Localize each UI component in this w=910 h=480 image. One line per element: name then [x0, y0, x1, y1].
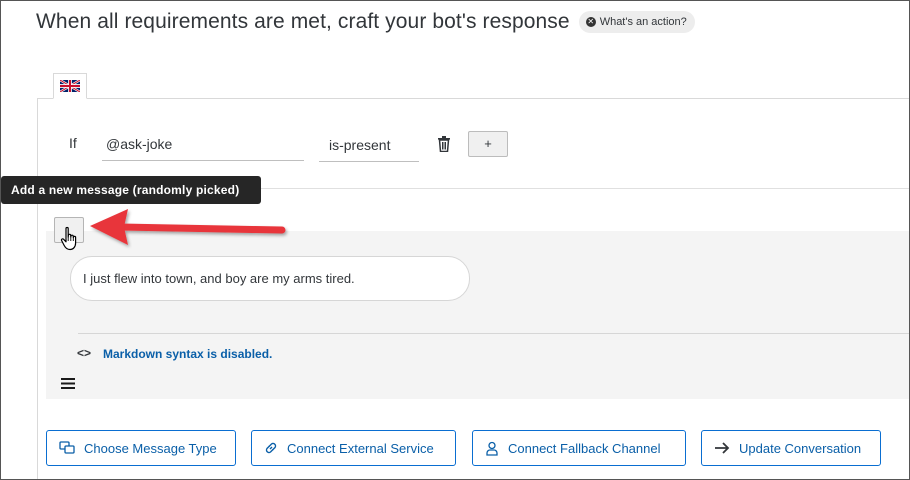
- header: When all requirements are met, craft you…: [36, 10, 695, 34]
- help-chip-label: What's an action?: [599, 16, 687, 28]
- trash-icon[interactable]: [437, 136, 451, 157]
- page-title: When all requirements are met, craft you…: [36, 10, 570, 33]
- choose-message-type-button[interactable]: Choose Message Type: [46, 430, 236, 466]
- menu-icon[interactable]: [61, 378, 75, 389]
- connect-fallback-channel-button[interactable]: Connect Fallback Channel: [472, 430, 686, 466]
- operator-select[interactable]: is-present: [319, 137, 419, 162]
- add-condition-button[interactable]: +: [468, 131, 508, 157]
- if-label: If: [69, 135, 77, 151]
- uk-flag-icon: [60, 80, 80, 92]
- hand-cursor-icon: [60, 226, 77, 251]
- markdown-divider: [78, 333, 910, 334]
- connect-fallback-channel-label: Connect Fallback Channel: [508, 440, 661, 456]
- connect-external-service-label: Connect External Service: [287, 440, 434, 456]
- arrow-right-icon: [714, 442, 730, 454]
- code-icon: <>: [77, 346, 92, 360]
- person-icon: [485, 441, 499, 456]
- red-arrow-annotation: [90, 209, 286, 245]
- choose-message-type-label: Choose Message Type: [84, 440, 217, 456]
- connect-external-service-button[interactable]: Connect External Service: [251, 430, 456, 466]
- entity-input[interactable]: @ask-joke: [102, 136, 304, 161]
- update-conversation-button[interactable]: Update Conversation: [701, 430, 881, 466]
- message-type-icon: [59, 441, 75, 455]
- close-circle-icon: ✕: [585, 17, 596, 27]
- message-bubble[interactable]: I just flew into town, and boy are my ar…: [70, 256, 470, 301]
- markdown-status: Markdown syntax is disabled.: [103, 347, 273, 361]
- update-conversation-label: Update Conversation: [739, 440, 862, 456]
- language-tab-en[interactable]: [53, 73, 87, 99]
- link-icon: [264, 441, 278, 455]
- tooltip: Add a new message (randomly picked): [1, 176, 261, 204]
- whats-an-action-chip[interactable]: ✕ What's an action?: [578, 11, 695, 33]
